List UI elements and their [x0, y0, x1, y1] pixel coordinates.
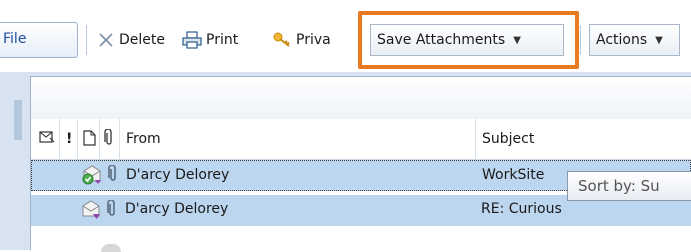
printer-icon: [182, 31, 202, 49]
save-attachments-button[interactable]: Save Attachments ▼: [370, 24, 564, 56]
print-button[interactable]: Print: [182, 30, 238, 50]
sort-tooltip: Sort by: Su: [567, 171, 691, 201]
column-divider: [119, 119, 120, 159]
importance-column-header[interactable]: !: [66, 131, 72, 147]
message-from: D'arcy Delorey: [125, 201, 229, 217]
file-button[interactable]: File: [0, 22, 78, 58]
column-divider: [77, 119, 78, 159]
message-status-icon: [80, 199, 102, 221]
subject-column-header[interactable]: Subject: [482, 131, 534, 147]
page-column-icon[interactable]: [83, 130, 96, 146]
column-divider: [475, 119, 476, 159]
message-row-partial: [31, 230, 691, 252]
message-subject: WorkSite: [482, 167, 545, 183]
delete-label: Delete: [119, 32, 165, 48]
envelope-column-icon[interactable]: [39, 129, 55, 145]
actions-button[interactable]: Actions ▼: [589, 24, 680, 56]
paperclip-icon: [107, 165, 119, 183]
save-attachments-label: Save Attachments: [377, 32, 506, 48]
left-strip-marker: [14, 100, 22, 140]
delete-button[interactable]: Delete: [97, 30, 165, 50]
toolbar-separator: [86, 25, 87, 55]
message-status-icon: [81, 164, 103, 186]
key-icon: [272, 31, 292, 49]
dropdown-caret-icon: ▼: [655, 34, 663, 46]
private-button[interactable]: Priva: [272, 30, 331, 50]
message-status-icon: [101, 244, 121, 252]
column-divider: [59, 119, 60, 159]
left-navigation-strip: [0, 72, 30, 250]
paperclip-icon: [106, 200, 118, 218]
delete-x-icon: [97, 31, 115, 49]
message-from: D'arcy Delorey: [126, 167, 230, 183]
print-label: Print: [206, 32, 239, 48]
file-label: File: [3, 31, 27, 47]
column-header-row: ! From Subject: [31, 119, 691, 160]
column-divider: [99, 119, 100, 159]
toolbar: File Delete Print Priva Save Attachments: [0, 0, 691, 72]
message-subject: RE: Curious: [481, 201, 562, 217]
private-label: Priva: [296, 32, 331, 48]
toolbar-separator: [580, 25, 581, 55]
dropdown-caret-icon: ▼: [513, 34, 521, 46]
actions-label: Actions: [596, 32, 648, 48]
attachment-column-icon[interactable]: [103, 129, 115, 147]
panel-header-bar: [31, 77, 691, 120]
from-column-header[interactable]: From: [126, 131, 161, 147]
